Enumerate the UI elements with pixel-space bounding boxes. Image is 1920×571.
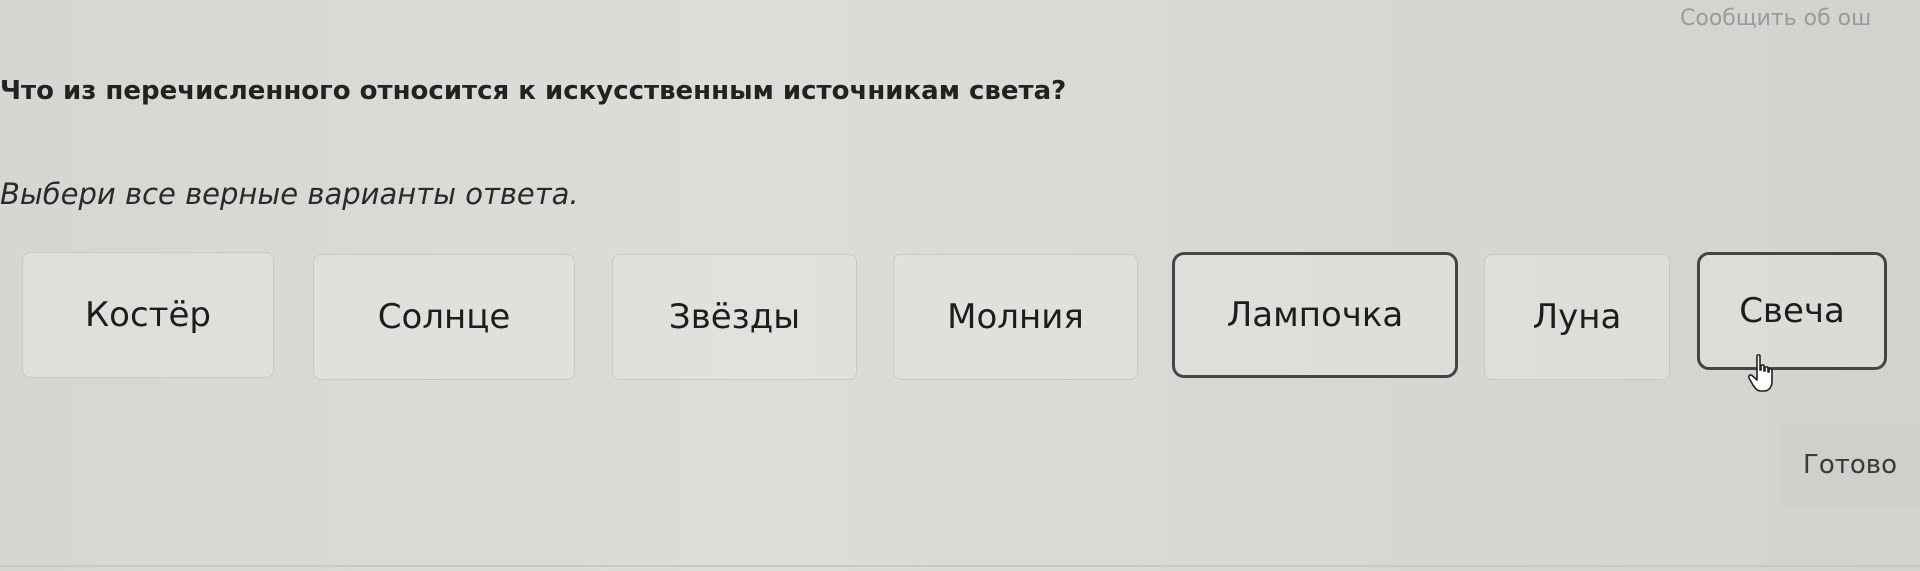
answer-options: Костёр Солнце Звёзды Молния Лампочка Лун… bbox=[0, 252, 1920, 382]
option-zvyozdy[interactable]: Звёзды bbox=[612, 254, 857, 380]
report-error-link[interactable]: Сообщить об ош bbox=[1680, 6, 1920, 31]
instruction-text: Выбери все верные варианты ответа. bbox=[0, 177, 579, 211]
option-solntse[interactable]: Солнце bbox=[313, 254, 575, 380]
option-luna[interactable]: Луна bbox=[1484, 254, 1670, 380]
hand-pointer-icon bbox=[1748, 354, 1773, 392]
option-lampochka[interactable]: Лампочка bbox=[1172, 252, 1458, 378]
done-button[interactable]: Готово bbox=[1780, 424, 1920, 506]
bottom-divider bbox=[0, 565, 1920, 567]
option-molniya[interactable]: Молния bbox=[893, 254, 1138, 380]
option-kostyor[interactable]: Костёр bbox=[22, 252, 274, 378]
question-text: Что из перечисленного относится к искусс… bbox=[0, 76, 1067, 106]
option-svecha[interactable]: Свеча bbox=[1697, 252, 1887, 370]
